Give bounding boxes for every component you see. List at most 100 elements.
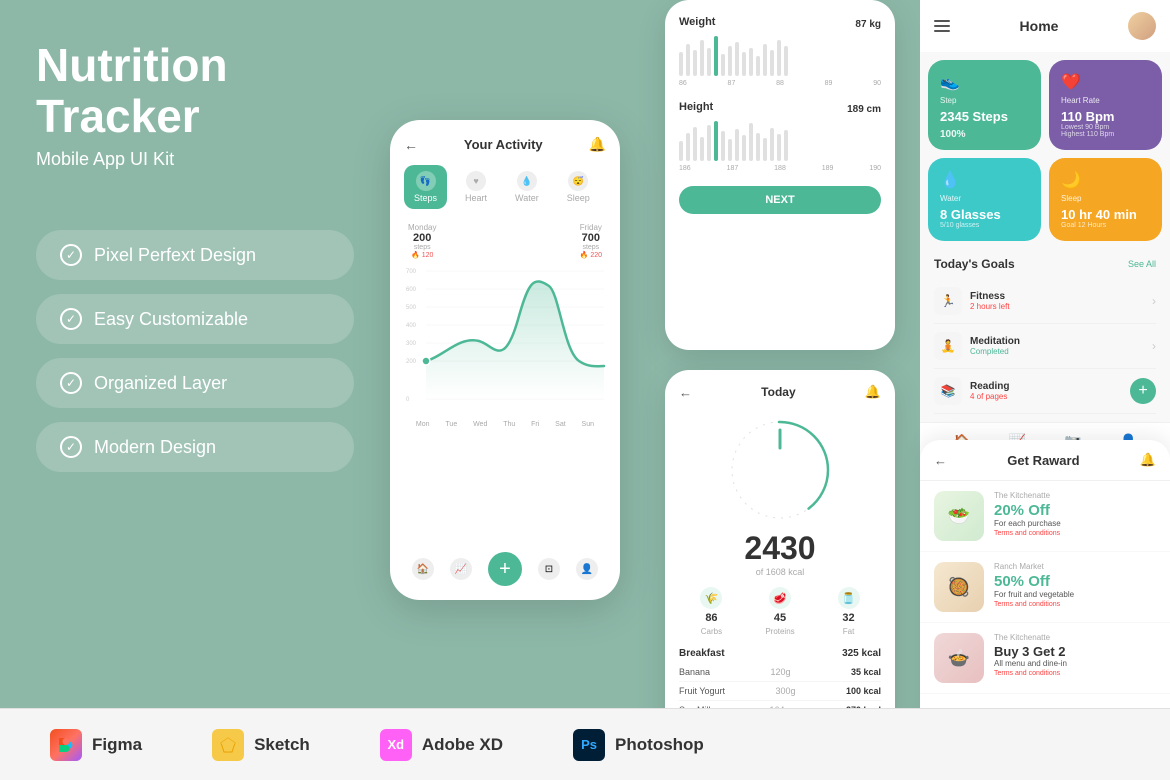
tab-water[interactable]: 💧 Water — [505, 165, 549, 209]
metrics-screen: Weight 87 kg 86 87 88 89 90 Height 189 c… — [665, 0, 895, 350]
scan-nav-icon[interactable]: ⊡ — [538, 558, 560, 580]
today-title: Today — [761, 385, 795, 399]
meditation-arrow-icon: › — [1152, 339, 1156, 353]
app-title: Nutrition Tracker — [36, 40, 354, 141]
bottom-nav-activity: 🏠 📈 + ⊡ 👤 — [390, 552, 620, 586]
weight-bars — [679, 36, 881, 76]
gauge-svg: /* ticks rendered below */ — [720, 410, 840, 530]
tab-water-label: Water — [515, 193, 539, 203]
svg-text:200: 200 — [406, 359, 417, 365]
fitness-arrow-icon: › — [1152, 294, 1156, 308]
avatar[interactable] — [1128, 12, 1156, 40]
ps-icon: Ps — [573, 729, 605, 761]
reward-1: 🥘 Ranch Market 50% Off For fruit and veg… — [920, 552, 1170, 623]
sketch-tool: Sketch — [212, 729, 310, 761]
check-icon-pixel — [60, 244, 82, 266]
bell-rewards-icon[interactable]: 🔔 — [1140, 452, 1156, 468]
sleep-stat-icon: 🌙 — [1061, 170, 1150, 190]
meditation-goal-icon: 🧘 — [934, 332, 962, 360]
proteins-label: Proteins — [765, 627, 794, 636]
tab-sleep[interactable]: 😴 Sleep — [557, 165, 600, 209]
monday-label: Monday — [408, 223, 436, 232]
next-button[interactable]: NEXT — [679, 186, 881, 214]
home-header: Home — [920, 0, 1170, 52]
friday-cal-icon: 🔥 220 — [580, 251, 602, 259]
height-scale: 186 187 188 189 190 — [679, 165, 881, 172]
feature-layer-label: Organized Layer — [94, 373, 227, 394]
tab-sleep-label: Sleep — [567, 193, 590, 203]
tab-steps[interactable]: 👣 Steps — [404, 165, 447, 209]
heart-stat-icon: ❤️ — [1061, 72, 1150, 92]
heart-icon: ♥ — [466, 171, 486, 191]
feature-modern: Modern Design — [36, 422, 354, 472]
check-icon-layer — [60, 372, 82, 394]
tools-bar: Figma Sketch Xd Adobe XD Ps Photoshop — [0, 708, 1170, 780]
macro-row: 🌾 86 Carbs 🥩 45 Proteins 🫙 32 Fat — [679, 587, 881, 636]
fat-label: Fat — [843, 627, 855, 636]
height-value: 189 cm — [847, 104, 881, 115]
food-yogurt: Fruit Yogurt 300g 100 kcal — [679, 682, 881, 701]
goal-reading: 📚 Reading 4 of pages + — [934, 369, 1156, 414]
steps-stat-icon: 👟 — [940, 72, 1029, 92]
carbs-value: 86 — [705, 612, 717, 624]
feature-custom: Easy Customizable — [36, 294, 354, 344]
carbs-icon: 🌾 — [700, 587, 722, 609]
monday-steps: 200 — [413, 232, 431, 244]
stat-steps: 👟 Step 2345 Steps 100% — [928, 60, 1041, 150]
reward-image-0: 🥗 — [934, 491, 984, 541]
app-subtitle: Mobile App UI Kit — [36, 149, 354, 170]
chart-days: Mon Tue Wed Thu Fri Sat Sun — [404, 421, 606, 428]
bell-today-icon[interactable]: 🔔 — [865, 384, 881, 400]
goals-section: Today's Goals See All 🏃 Fitness 2 hours … — [920, 249, 1170, 422]
check-icon-custom — [60, 308, 82, 330]
back-arrow-today[interactable]: ← — [679, 385, 692, 400]
back-rewards-icon[interactable]: ← — [934, 453, 947, 468]
back-arrow-icon[interactable]: ← — [404, 137, 418, 153]
see-all-button[interactable]: See All — [1128, 259, 1156, 269]
calorie-number: 2430 — [679, 530, 881, 567]
activity-phone: ← Your Activity 🔔 👣 Steps ♥ Heart 💧 Wate… — [390, 120, 620, 600]
figma-tool: Figma — [50, 729, 142, 761]
rewards-title: Get Raward — [1007, 453, 1079, 468]
goal-meditation: 🧘 Meditation Completed › — [934, 324, 1156, 369]
stats-grid: 👟 Step 2345 Steps 100% ❤️ Heart Rate 110… — [920, 52, 1170, 249]
water-stat-icon: 💧 — [940, 170, 1029, 190]
tab-heart-label: Heart — [465, 193, 487, 203]
feature-modern-label: Modern Design — [94, 437, 216, 458]
chart-svg: 700 600 500 400 300 200 0 — [404, 261, 606, 411]
chart-nav-icon[interactable]: 📈 — [450, 558, 472, 580]
add-goal-button[interactable]: + — [1130, 378, 1156, 404]
add-fab-button[interactable]: + — [488, 552, 522, 586]
svg-text:700: 700 — [406, 269, 417, 275]
breakfast-section: Breakfast 325 kcal — [679, 648, 881, 659]
reward-0: 🥗 The Kitchenatte 20% Off For each purch… — [920, 481, 1170, 552]
fat-icon: 🫙 — [838, 587, 860, 609]
friday-label: Friday — [580, 223, 602, 232]
activity-tabs: 👣 Steps ♥ Heart 💧 Water 😴 Sleep — [404, 165, 606, 209]
weight-label: Weight — [679, 16, 715, 28]
monday-cal-icon: 🔥 120 — [411, 251, 433, 259]
sketch-label: Sketch — [254, 735, 310, 755]
macro-carbs: 🌾 86 Carbs — [700, 587, 722, 636]
calorie-gauge: /* ticks rendered below */ — [720, 410, 840, 530]
profile-nav-icon[interactable]: 👤 — [576, 558, 598, 580]
bell-icon[interactable]: 🔔 — [589, 136, 606, 153]
goals-header: Today's Goals See All — [934, 257, 1156, 271]
ps-tool: Ps Photoshop — [573, 729, 704, 761]
weight-scale: 86 87 88 89 90 — [679, 80, 881, 87]
stat-sleep: 🌙 Sleep 10 hr 40 min Goal 12 Hours — [1049, 158, 1162, 241]
rewards-header: ← Get Raward 🔔 — [920, 440, 1170, 481]
home-title: Home — [1020, 18, 1059, 34]
hamburger-menu[interactable] — [934, 20, 950, 32]
svg-text:300: 300 — [406, 341, 417, 347]
home-nav-icon[interactable]: 🏠 — [412, 558, 434, 580]
tab-heart[interactable]: ♥ Heart — [455, 165, 497, 209]
proteins-value: 45 — [774, 612, 786, 624]
breakfast-kcal: 325 kcal — [842, 648, 881, 659]
feature-pixel-label: Pixel Perfext Design — [94, 245, 256, 266]
reward-2: 🍲 The Kitchenatte Buy 3 Get 2 All menu a… — [920, 623, 1170, 694]
macro-fat: 🫙 32 Fat — [838, 587, 860, 636]
left-panel: Nutrition Tracker Mobile App UI Kit Pixe… — [0, 0, 390, 780]
steps-icon: 👣 — [416, 171, 436, 191]
macro-proteins: 🥩 45 Proteins — [765, 587, 794, 636]
